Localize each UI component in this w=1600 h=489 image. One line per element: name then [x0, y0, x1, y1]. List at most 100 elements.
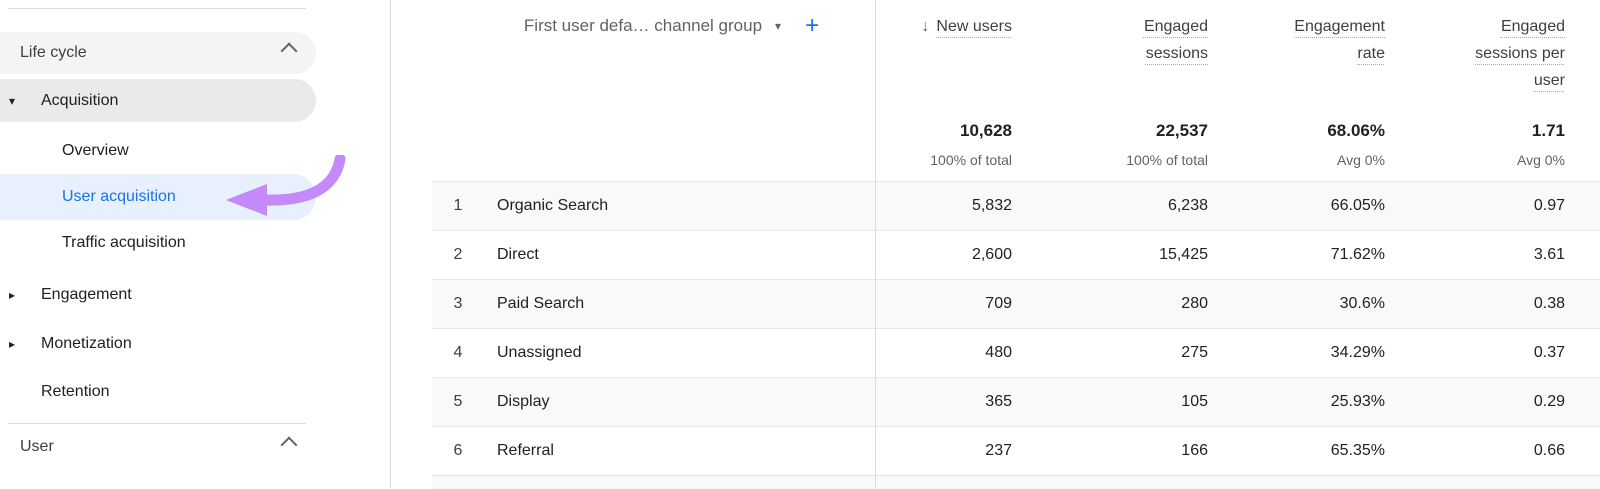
sidebar-item-label: Traffic acquisition: [62, 234, 186, 252]
row-index: 5: [432, 393, 484, 411]
total-value: 10,628: [875, 120, 1012, 142]
cell-new-users: 237: [875, 442, 1012, 460]
channel-name: Unassigned: [484, 344, 875, 362]
ga4-user-acquisition-screen: { "icons": { "sort_descending": "↓", "dr…: [0, 0, 1600, 488]
triangle-right-icon: ▸: [9, 289, 15, 301]
column-header-engagement-rate[interactable]: Engagement rate: [1208, 13, 1385, 94]
spacer: [1565, 120, 1600, 169]
spacer: [432, 13, 484, 94]
cell-engaged-sessions-per-user: 0.66: [1385, 442, 1565, 460]
sidebar-item-user-acquisition[interactable]: User acquisition: [0, 174, 316, 220]
sidebar-item-label: Engagement: [41, 286, 132, 304]
total-subtext: 100% of total: [1012, 151, 1208, 169]
cell-engaged-sessions-per-user: 3.61: [1385, 246, 1565, 264]
spacer: [432, 120, 484, 169]
sidebar-item-label: Retention: [41, 383, 110, 401]
cell-new-users: 2,600: [875, 246, 1012, 264]
triangle-down-icon: ▾: [9, 95, 15, 107]
sidebar-item-label: Monetization: [41, 335, 132, 353]
row-index: 6: [432, 442, 484, 460]
cell-engaged-sessions: 6,238: [1012, 197, 1208, 215]
cell-engaged-sessions: 105: [1012, 393, 1208, 411]
sidebar-divider-bottom: [8, 423, 306, 424]
cell-engagement-rate: 71.62%: [1208, 246, 1385, 264]
cell-engaged-sessions: 166: [1012, 442, 1208, 460]
total-subtext: Avg 0%: [1385, 151, 1565, 169]
cell-engagement-rate: 25.93%: [1208, 393, 1385, 411]
sidebar-item-label: Acquisition: [41, 92, 118, 110]
channel-name: Paid Search: [484, 295, 875, 313]
column-label: Engaged: [1501, 18, 1565, 35]
channel-name: Organic Search: [484, 197, 875, 215]
row-index: 3: [432, 295, 484, 313]
sidebar-item-traffic-acquisition[interactable]: Traffic acquisition: [0, 229, 316, 257]
column-separator: [875, 0, 876, 488]
table-body: 1 Organic Search 5,832 6,238 66.05% 0.97…: [432, 181, 1600, 489]
table-row: 5 Display 365 105 25.93% 0.29: [432, 377, 1600, 426]
row-index: 2: [432, 246, 484, 264]
channel-name: Display: [484, 393, 875, 411]
channel-name: Referral: [484, 442, 875, 460]
cell-engaged-sessions: 275: [1012, 344, 1208, 362]
column-label: Engagement: [1294, 18, 1385, 35]
total-subtext: 100% of total: [875, 151, 1012, 169]
sidebar-item-retention[interactable]: Retention: [0, 378, 316, 406]
total-value: 22,537: [1012, 120, 1208, 142]
column-header-new-users[interactable]: ↓ New users: [875, 13, 1012, 94]
cell-engagement-rate: 66.05%: [1208, 197, 1385, 215]
spacer: [1565, 13, 1600, 94]
column-headers: ↓ New users Engaged sessions Engagement r…: [432, 13, 1600, 94]
sidebar-section-life-cycle[interactable]: Life cycle: [0, 32, 316, 74]
cell-engaged-sessions: 15,425: [1012, 246, 1208, 264]
total-engaged-sessions-per-user: 1.71 Avg 0%: [1385, 120, 1565, 169]
sidebar-divider-top: [8, 8, 306, 9]
cell-engagement-rate: 30.6%: [1208, 295, 1385, 313]
totals-row: 10,628 100% of total 22,537 100% of tota…: [432, 120, 1600, 169]
sidebar-item-label: User acquisition: [62, 188, 176, 206]
cell-engagement-rate: 65.35%: [1208, 442, 1385, 460]
spacer: [484, 120, 875, 169]
column-label: rate: [1357, 45, 1385, 62]
sidebar-item-label: Overview: [62, 142, 129, 160]
row-index: 1: [432, 197, 484, 215]
cell-new-users: 709: [875, 295, 1012, 313]
sort-descending-icon: ↓: [921, 18, 929, 35]
cell-engagement-rate: 34.29%: [1208, 344, 1385, 362]
channel-name: Direct: [484, 246, 875, 264]
total-engaged-sessions: 22,537 100% of total: [1012, 120, 1208, 169]
cell-engaged-sessions-per-user: 0.29: [1385, 393, 1565, 411]
cell-new-users: 480: [875, 344, 1012, 362]
row-index: 4: [432, 344, 484, 362]
table-row: 2 Direct 2,600 15,425 71.62% 3.61: [432, 230, 1600, 279]
triangle-right-icon: ▸: [9, 338, 15, 350]
cell-engaged-sessions-per-user: 0.97: [1385, 197, 1565, 215]
spacer: [484, 13, 875, 94]
report-nav-sidebar: Life cycle ▾ Acquisition Overview User a…: [0, 0, 391, 488]
sidebar-item-overview[interactable]: Overview: [0, 137, 316, 165]
sidebar-item-engagement[interactable]: ▸ Engagement: [0, 281, 316, 309]
section-label: User: [20, 438, 54, 456]
cell-engaged-sessions: 280: [1012, 295, 1208, 313]
sidebar-section-user[interactable]: User: [0, 433, 316, 461]
chevron-up-icon: [281, 437, 298, 454]
column-label: sessions per: [1475, 45, 1565, 62]
cell-new-users: 5,832: [875, 197, 1012, 215]
total-subtext: Avg 0%: [1208, 151, 1385, 169]
table-row: 4 Unassigned 480 275 34.29% 0.37: [432, 328, 1600, 377]
total-value: 1.71: [1385, 120, 1565, 142]
column-label: Engaged: [1144, 18, 1208, 35]
column-label: user: [1534, 72, 1565, 89]
cell-new-users: 365: [875, 393, 1012, 411]
column-label: New users: [936, 18, 1012, 35]
column-header-engaged-sessions[interactable]: Engaged sessions: [1012, 13, 1208, 94]
column-header-engaged-sessions-per-user[interactable]: Engaged sessions per user: [1385, 13, 1565, 94]
table-row-partial: [432, 475, 1600, 489]
sidebar-item-monetization[interactable]: ▸ Monetization: [0, 330, 316, 358]
total-value: 68.06%: [1208, 120, 1385, 142]
sidebar-item-acquisition[interactable]: ▾ Acquisition: [0, 79, 316, 122]
table-row: 6 Referral 237 166 65.35% 0.66: [432, 426, 1600, 475]
section-label: Life cycle: [20, 44, 87, 62]
total-engagement-rate: 68.06% Avg 0%: [1208, 120, 1385, 169]
table-row: 1 Organic Search 5,832 6,238 66.05% 0.97: [432, 181, 1600, 230]
table-row: 3 Paid Search 709 280 30.6% 0.38: [432, 279, 1600, 328]
